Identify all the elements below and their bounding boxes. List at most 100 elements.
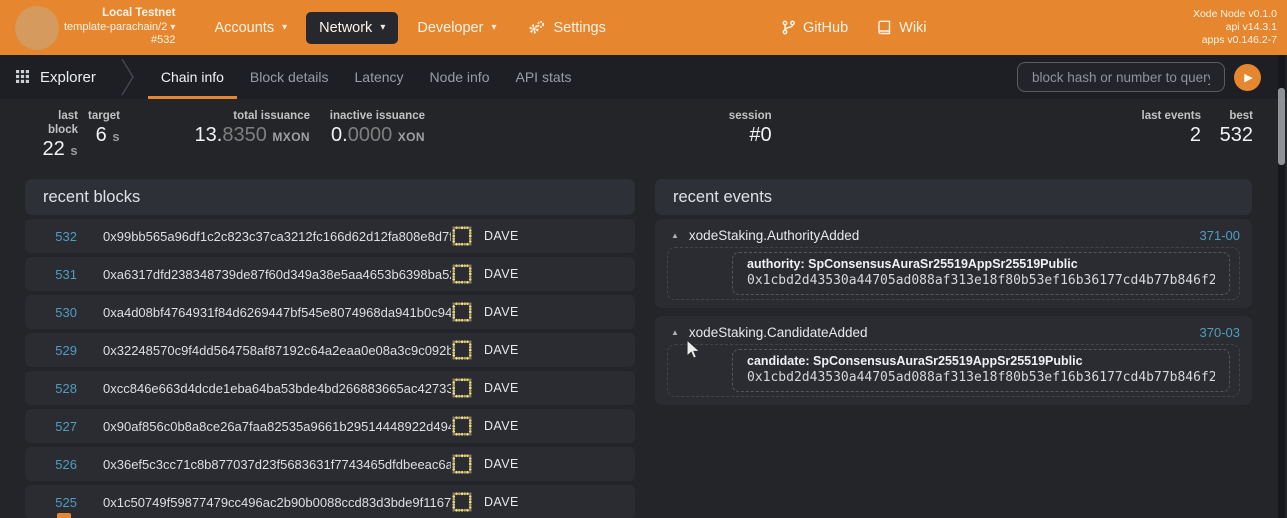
validator-identicon[interactable] [451, 263, 473, 285]
tab-latency[interactable]: Latency [342, 55, 417, 99]
gear-icon [528, 20, 545, 35]
chevron-down-icon: ▾ [491, 22, 496, 33]
block-row: 529 0x32248570c9f4dd564758af87192c64a2ea… [25, 333, 635, 367]
nav-developer[interactable]: Developer ▾ [404, 12, 509, 44]
validator-identicon[interactable] [451, 301, 473, 323]
block-hash: 0x99bb565a96df1c2c823c37ca3212fc166d62d1… [103, 229, 451, 244]
block-author: DAVE [451, 263, 619, 285]
validator-identicon[interactable] [451, 491, 473, 513]
chain-summary-stats: last block 22 s target 6 s total issuanc… [0, 99, 1287, 177]
block-row: 525 0x1c50749f59877479cc496ac2b90b0088cc… [25, 485, 635, 518]
grid-icon [16, 70, 30, 84]
event-name: xodeStaking.CandidateAdded [689, 325, 868, 340]
block-number-link[interactable]: 529 [41, 343, 77, 358]
event-param-label: authority: SpConsensusAuraSr25519AppSr25… [747, 257, 1215, 272]
block-author: DAVE [451, 453, 619, 475]
event-param-value: 0x1cbd2d43530a44705ad088af313e18f80b53ef… [747, 272, 1215, 289]
validator-identicon[interactable] [451, 339, 473, 361]
partial-element-bottom [57, 513, 71, 518]
recent-events-title: recent events [655, 179, 1252, 215]
scrollbar-thumb[interactable] [1278, 88, 1285, 165]
chain-spec: template-parachain/2 ▾ [64, 21, 175, 35]
recent-blocks-title: recent blocks [25, 179, 635, 215]
block-search-input[interactable] [1017, 62, 1225, 92]
block-author: DAVE [451, 225, 619, 247]
collapse-icon[interactable]: ▲ [671, 231, 679, 240]
stat-last-events: last events 2 [1121, 109, 1201, 147]
top-header: Local Testnet template-parachain/2 ▾ #53… [0, 0, 1287, 55]
chevron-down-icon: ▾ [380, 22, 385, 33]
network-avatar[interactable] [15, 6, 59, 50]
nav-accounts[interactable]: Accounts ▾ [201, 12, 300, 44]
stat-inactive-issuance: inactive issuance 0.0000 XON [310, 109, 425, 149]
wiki-link[interactable]: Wiki [878, 20, 926, 36]
block-row: 526 0x36ef5c3cc71c8b877037d23f5683631f77… [25, 447, 635, 481]
block-number-link[interactable]: 531 [41, 267, 77, 282]
block-number-link[interactable]: 528 [41, 381, 77, 396]
block-number-link[interactable]: 527 [41, 419, 77, 434]
play-icon: ▶ [1244, 71, 1252, 84]
github-link[interactable]: GitHub [782, 20, 848, 36]
tab-api-stats[interactable]: API stats [502, 55, 584, 99]
apps-version: apps v0.146.2-7 [1193, 34, 1277, 47]
book-icon [878, 20, 891, 35]
block-author: DAVE [451, 415, 619, 437]
block-hash: 0xcc846e663d4dcde1eba64ba53bde4bd2668836… [103, 381, 451, 396]
event-block-index-link[interactable]: 371-00 [1200, 228, 1240, 243]
top-navigation: Accounts ▾ Network ▾ Developer ▾ Setting… [201, 12, 618, 44]
git-branch-icon [782, 20, 795, 35]
tab-block-details[interactable]: Block details [237, 55, 342, 99]
stat-session: session #0 [729, 109, 772, 147]
block-hash: 0x32248570c9f4dd564758af87192c64a2eaa0e0… [103, 343, 451, 358]
event-name: xodeStaking.AuthorityAdded [689, 228, 859, 243]
block-number-link[interactable]: 526 [41, 457, 77, 472]
collapse-icon[interactable]: ▲ [671, 328, 679, 337]
event-block-index-link[interactable]: 370-03 [1200, 325, 1240, 340]
block-row: 532 0x99bb565a96df1c2c823c37ca3212fc166d… [25, 219, 635, 253]
stat-best: best 532 [1213, 109, 1253, 147]
validator-identicon[interactable] [451, 377, 473, 399]
chain-name: Local Testnet [64, 7, 175, 21]
block-number-link[interactable]: 525 [41, 495, 77, 510]
chain-selector[interactable]: Local Testnet template-parachain/2 ▾ #53… [64, 7, 175, 48]
block-row: 530 0xa4d08bf4764931f84d6269447bf545e807… [25, 295, 635, 329]
block-author: DAVE [451, 301, 619, 323]
validator-identicon[interactable] [451, 415, 473, 437]
breadcrumb-chevron-icon [120, 58, 136, 96]
node-version: Xode Node v0.1.0 [1193, 8, 1277, 21]
event-param-box: candidate: SpConsensusAuraSr25519AppSr25… [732, 349, 1230, 392]
tab-chain-info[interactable]: Chain info [148, 55, 237, 99]
block-number-link[interactable]: 532 [41, 229, 77, 244]
app-explorer[interactable]: Explorer [16, 69, 96, 86]
event-param-label: candidate: SpConsensusAuraSr25519AppSr25… [747, 354, 1215, 369]
recent-events-panel: recent events ▲ xodeStaking.AuthorityAdd… [655, 179, 1252, 518]
block-row: 531 0xa6317dfd238348739de87f60d349a38e5a… [25, 257, 635, 291]
nav-settings[interactable]: Settings [515, 12, 618, 44]
explorer-tabs: Chain info Block details Latency Node in… [148, 55, 585, 99]
chain-best-block: #532 [64, 34, 175, 48]
validator-identicon[interactable] [451, 225, 473, 247]
block-hash: 0xa4d08bf4764931f84d6269447bf545e8074968… [103, 305, 451, 320]
api-version: api v14.3.1 [1193, 21, 1277, 34]
nav-network[interactable]: Network ▾ [306, 12, 398, 44]
event-header: ▲ xodeStaking.AuthorityAdded 371-00 [667, 225, 1240, 245]
block-number-link[interactable]: 530 [41, 305, 77, 320]
version-info: Xode Node v0.1.0 api v14.3.1 apps v0.146… [1193, 8, 1277, 47]
block-hash: 0x36ef5c3cc71c8b877037d23f5683631f774346… [103, 457, 451, 472]
block-row: 528 0xcc846e663d4dcde1eba64ba53bde4bd266… [25, 371, 635, 405]
explorer-menubar: Explorer Chain info Block details Latenc… [0, 55, 1287, 99]
block-hash: 0x90af856c0b8a8ce26a7faa82535a9661b29514… [103, 419, 451, 434]
block-author: DAVE [451, 491, 619, 513]
recent-blocks-panel: recent blocks 532 0x99bb565a96df1c2c823c… [25, 179, 635, 518]
event-header: ▲ xodeStaking.CandidateAdded 370-03 [667, 322, 1240, 342]
event-details: authority: SpConsensusAuraSr25519AppSr25… [667, 247, 1240, 300]
validator-identicon[interactable] [451, 453, 473, 475]
external-links: GitHub Wiki [782, 0, 927, 55]
tab-node-info[interactable]: Node info [417, 55, 503, 99]
block-author: DAVE [451, 339, 619, 361]
stat-target: target 6 s [78, 109, 120, 149]
event-param-value: 0x1cbd2d43530a44705ad088af313e18f80b53ef… [747, 369, 1215, 386]
search-go-button[interactable]: ▶ [1234, 64, 1261, 91]
scrollbar-track [1278, 55, 1285, 518]
event-card: ▲ xodeStaking.AuthorityAdded 371-00 auth… [655, 219, 1252, 308]
